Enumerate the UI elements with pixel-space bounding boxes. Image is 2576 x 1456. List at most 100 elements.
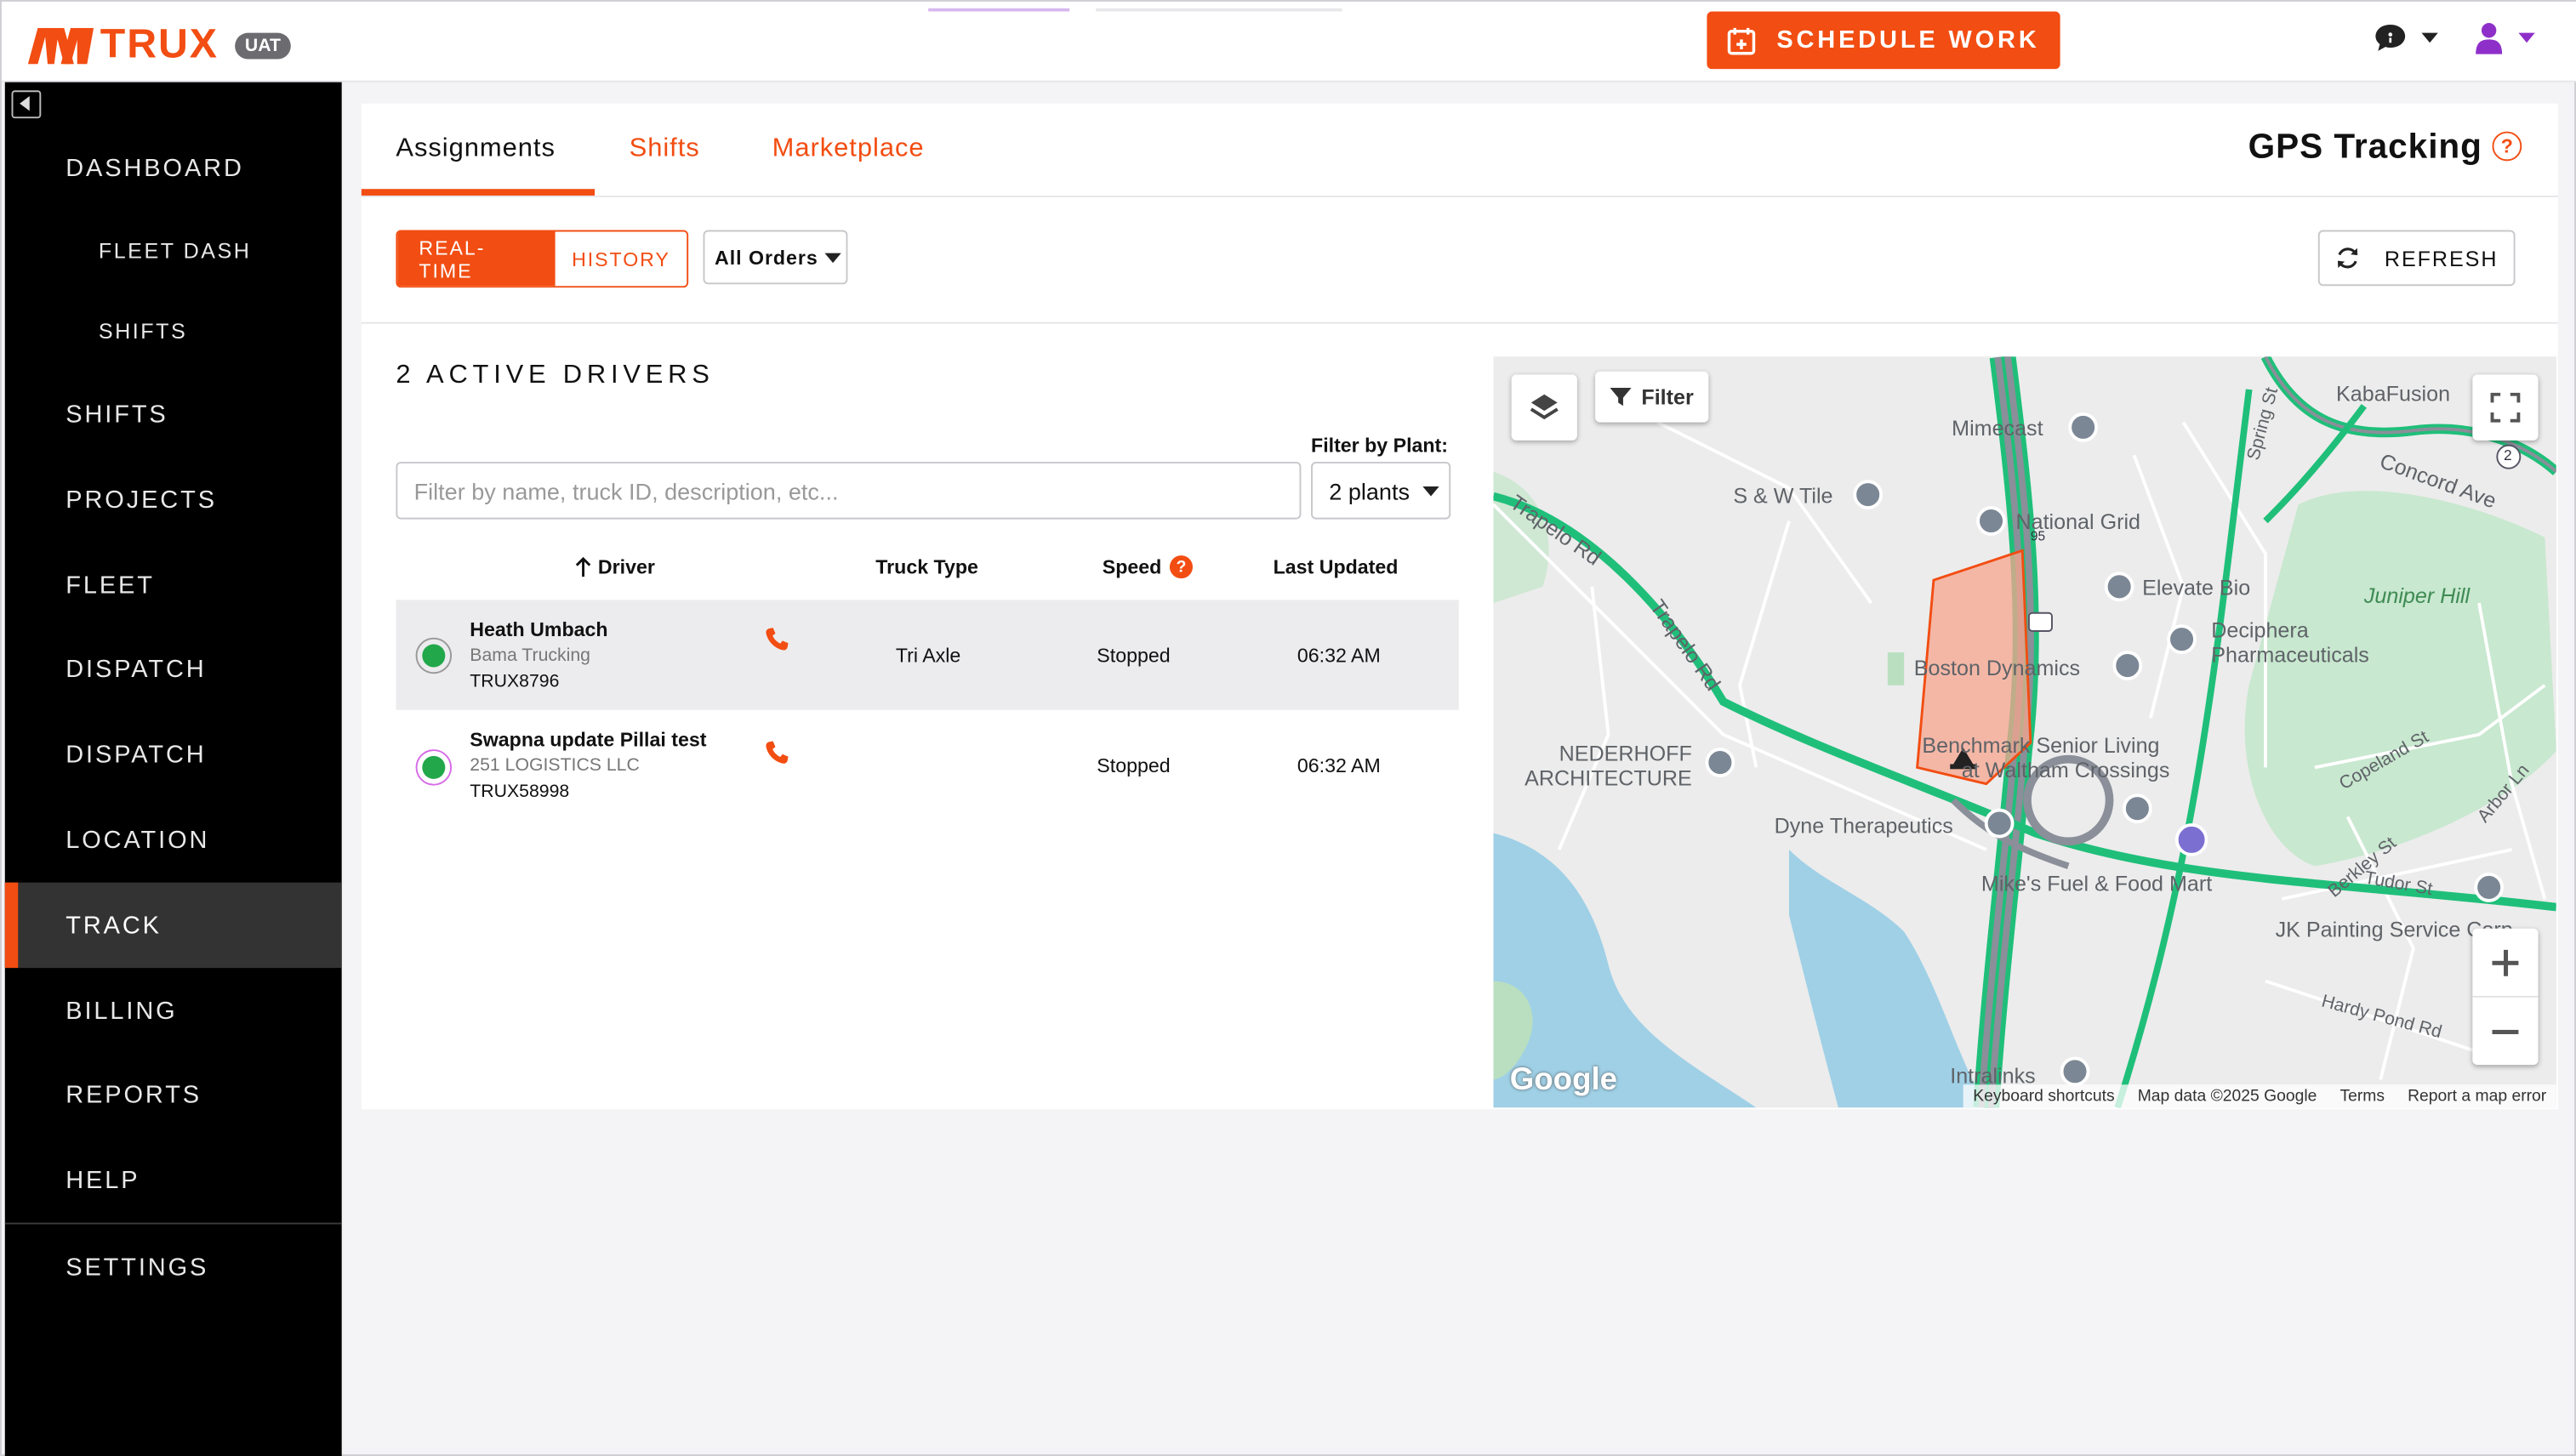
- driver-name: Heath Umbach: [470, 617, 608, 641]
- driver-company: 251 LOGISTICS LLC: [470, 755, 640, 776]
- last-updated: 06:32 AM: [1297, 644, 1381, 668]
- tab-bar: Assignments Shifts Marketplace GPS Track…: [361, 104, 2558, 197]
- sidebar-item-reports[interactable]: REPORTS: [5, 1052, 342, 1137]
- poi-label: KabaFusion: [2336, 381, 2451, 407]
- poi-label: S & W Tile: [1733, 483, 1833, 509]
- tracking-controls: REAL-TIME HISTORY All Orders REFRESH: [361, 197, 2558, 324]
- phone-icon[interactable]: [764, 740, 790, 766]
- driver-name: Swapna update Pillai test: [470, 728, 707, 752]
- plant-dropdown[interactable]: 2 plants: [1311, 461, 1451, 520]
- env-badge: UAT: [235, 31, 291, 59]
- refresh-button[interactable]: REFRESH: [2317, 230, 2516, 287]
- history-button[interactable]: HISTORY: [555, 231, 687, 287]
- sidebar-item-dashboard[interactable]: DASHBOARD: [5, 125, 342, 210]
- driver-company: Bama Trucking: [470, 646, 590, 666]
- schedule-work-button[interactable]: SCHEDULE WORK: [1707, 11, 2060, 70]
- sidebar-item-dispatch-2[interactable]: DISPATCH: [5, 712, 342, 797]
- tab-assignments[interactable]: Assignments: [396, 104, 555, 196]
- keyboard-shortcuts-link[interactable]: Keyboard shortcuts: [1973, 1087, 2114, 1105]
- last-updated-column-header[interactable]: Last Updated: [1274, 555, 1399, 578]
- sidebar-item-projects[interactable]: PROJECTS: [5, 457, 342, 542]
- orders-dropdown-value: All Orders: [715, 245, 818, 269]
- sidebar-item-track[interactable]: TRACK: [4, 882, 342, 969]
- zoom-out-button[interactable]: [2472, 998, 2538, 1065]
- filter-by-plant-label: Filter by Plant:: [1311, 434, 1448, 458]
- fullscreen-button[interactable]: [2472, 374, 2539, 441]
- sidebar-item-billing[interactable]: BILLING: [5, 968, 342, 1053]
- caret-left-icon: [20, 96, 30, 111]
- map-data-attribution: Map data ©2025 Google: [2137, 1087, 2317, 1106]
- gps-map[interactable]: 95 2 Mimecast KabaFusion S & W Tile Nati…: [1493, 356, 2556, 1108]
- speed-header-label: Speed: [1102, 555, 1162, 579]
- google-logo: Google: [1509, 1063, 1618, 1098]
- poi-label: Benchmark Senior Living: [1922, 732, 2160, 758]
- poi-label: NEDERHOFF: [1559, 741, 1692, 766]
- schedule-work-label: SCHEDULE WORK: [1776, 26, 2040, 54]
- map-footer: Keyboard shortcuts Map data ©2025 Google…: [1963, 1084, 2556, 1108]
- truck-id: TRUX58998: [470, 782, 570, 802]
- user-menu-button[interactable]: [2474, 21, 2535, 54]
- table-row[interactable]: Heath Umbach Bama Trucking TRUX8796 Tri …: [396, 600, 1459, 710]
- sidebar-item-fleet[interactable]: FLEET: [5, 543, 342, 628]
- refresh-label: REFRESH: [2384, 245, 2499, 270]
- sidebar-item-settings[interactable]: SETTINGS: [5, 1225, 342, 1310]
- report-map-error-link[interactable]: Report a map error: [2408, 1087, 2546, 1105]
- truck-type-column-header[interactable]: Truck Type: [875, 555, 978, 578]
- user-icon: [2476, 23, 2503, 54]
- terms-link[interactable]: Terms: [2339, 1087, 2385, 1105]
- help-icon[interactable]: ?: [2492, 131, 2522, 162]
- chevron-down-icon: [2518, 32, 2535, 43]
- collapse-sidebar-button[interactable]: [11, 90, 42, 119]
- sidebar-item-dispatch[interactable]: DISPATCH: [5, 626, 342, 711]
- phone-icon[interactable]: [764, 626, 790, 652]
- poi-label: Boston Dynamics: [1913, 655, 2081, 680]
- poi-label: Dyne Therapeutics: [1774, 813, 1953, 839]
- poi-label: Deciphera: [2211, 617, 2309, 643]
- sidebar-item-help[interactable]: HELP: [5, 1137, 342, 1222]
- trux-logo[interactable]: TRUX UAT: [27, 21, 291, 69]
- last-updated: 06:32 AM: [1297, 754, 1381, 777]
- status-indicator: [415, 637, 453, 674]
- minus-icon: [2492, 1028, 2519, 1034]
- poi-label: Elevate Bio: [2142, 575, 2251, 600]
- sidebar-item-fleet-dash[interactable]: FLEET DASH: [5, 207, 342, 292]
- tab-shifts[interactable]: Shifts: [630, 104, 700, 196]
- speed-help-icon[interactable]: ?: [1169, 555, 1194, 579]
- sidebar-item-label: HELP: [66, 1165, 140, 1194]
- orders-dropdown[interactable]: All Orders: [703, 230, 848, 285]
- plant-dropdown-value: 2 plants: [1329, 477, 1410, 504]
- top-bar: TRUX UAT SCHEDULE WORK: [1, 1, 2576, 82]
- driver-search-input[interactable]: [396, 461, 1302, 520]
- realtime-button[interactable]: REAL-TIME: [397, 231, 556, 287]
- zoom-in-button[interactable]: [2472, 929, 2539, 998]
- driver-column-header[interactable]: Driver: [575, 555, 655, 578]
- table-row[interactable]: Swapna update Pillai test 251 LOGISTICS …: [396, 710, 1458, 820]
- sidebar-item-label: FLEET DASH: [98, 237, 252, 263]
- driver-header-label: Driver: [597, 555, 655, 579]
- speed-column-header[interactable]: Speed ?: [1102, 555, 1194, 579]
- poi-label: at Waltham Crossings: [1961, 757, 2170, 782]
- map-layers-button[interactable]: [1511, 374, 1577, 441]
- park-label: Juniper Hill: [2363, 583, 2471, 608]
- page-title: GPS Tracking: [2248, 128, 2482, 167]
- poi-label: Pharmaceuticals: [2211, 642, 2369, 668]
- poi-label: Mike's Fuel & Food Mart: [1980, 871, 2213, 896]
- sidebar-item-label: PROJECTS: [66, 485, 217, 514]
- sidebar-item-location[interactable]: LOCATION: [5, 797, 342, 882]
- sidebar-item-shifts[interactable]: SHIFTS: [5, 372, 342, 457]
- chat-menu-button[interactable]: [2374, 23, 2438, 53]
- active-tab-indicator: [361, 189, 596, 196]
- plus-icon: [2492, 948, 2519, 975]
- map-filter-button[interactable]: Filter: [1595, 371, 1709, 423]
- chevron-down-icon: [2421, 32, 2438, 43]
- loading-indicator: [928, 8, 1342, 12]
- sidebar-item-label: DASHBOARD: [66, 153, 244, 182]
- tab-marketplace[interactable]: Marketplace: [772, 104, 925, 196]
- calendar-plus-icon: [1728, 26, 1756, 54]
- poi-label: ARCHITECTURE: [1525, 765, 1692, 791]
- sidebar: DASHBOARD FLEET DASH SHIFTS SHIFTS PROJE…: [4, 82, 342, 1456]
- sidebar-item-label: DISPATCH: [66, 655, 207, 683]
- sidebar-item-label: LOCATION: [66, 825, 210, 854]
- sidebar-item-dashboard-shifts[interactable]: SHIFTS: [5, 287, 342, 373]
- speed: Stopped: [1097, 644, 1171, 668]
